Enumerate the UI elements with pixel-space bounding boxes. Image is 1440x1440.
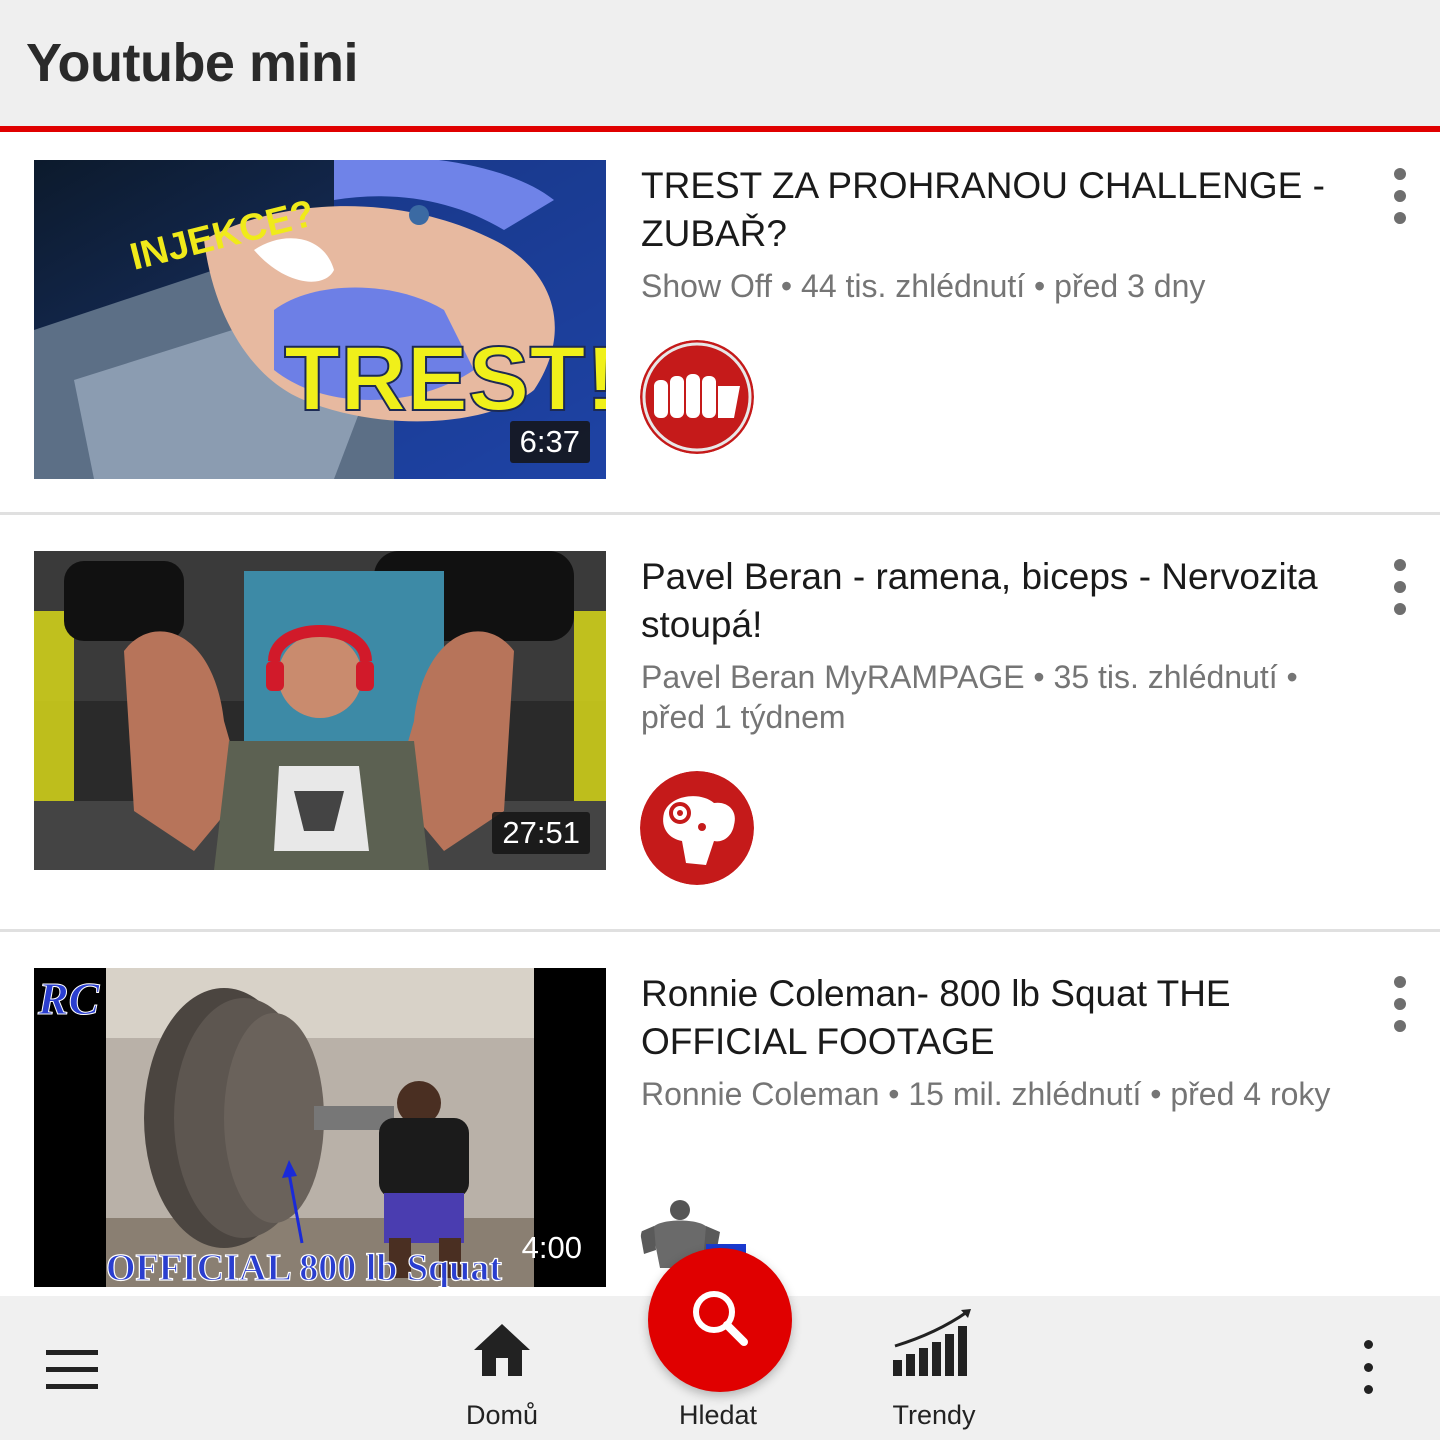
- app-root: Youtube mini INJEKCE? TREST! 6:37 TREST …: [0, 0, 1440, 1440]
- app-title: Youtube mini: [26, 33, 358, 93]
- video-more-icon-3[interactable]: [1384, 976, 1416, 1032]
- video-duration-3: 4:00: [521, 1230, 582, 1265]
- trending-chart-icon: [893, 1309, 971, 1376]
- video-feed[interactable]: INJEKCE? TREST! 6:37 TREST ZA PROHRANOU …: [0, 132, 1440, 1296]
- search-button[interactable]: [648, 1248, 792, 1392]
- video-thumbnail-1[interactable]: INJEKCE? TREST! 6:37: [34, 160, 606, 479]
- thumb-text-official: OFFICIAL 800 lb Squat: [106, 1247, 502, 1287]
- video-duration-2: 27:51: [492, 812, 590, 854]
- video-meta-1: Show Off • 44 tis. zhlédnutí • před 3 dn…: [641, 268, 1206, 304]
- app-header: Youtube mini: [0, 0, 1440, 126]
- video-meta-2: Pavel Beran MyRAMPAGE • 35 tis. zhlédnut…: [641, 659, 1298, 735]
- thumb-logo-rc: RC: [37, 973, 101, 1024]
- video-more-icon-1[interactable]: [1384, 168, 1416, 224]
- video-title-2[interactable]: Pavel Beran - ramena, biceps - Nervozita…: [641, 553, 1361, 649]
- search-icon: [693, 1291, 748, 1346]
- video-meta-3: Ronnie Coleman • 15 mil. zhlédnutí • pře…: [641, 1076, 1331, 1112]
- vertical-dots-icon[interactable]: [1352, 1340, 1384, 1394]
- channel-avatar-1[interactable]: [640, 340, 754, 454]
- nav-trending-button[interactable]: Trendy: [854, 1296, 1014, 1440]
- video-item-3[interactable]: RC OFFICIAL 800 lb Squat 4:00 Ronnie Col…: [0, 932, 1440, 1296]
- video-title-3[interactable]: Ronnie Coleman- 800 lb Squat THE OFFICIA…: [641, 970, 1361, 1066]
- video-thumbnail-3[interactable]: RC OFFICIAL 800 lb Squat 4:00: [34, 968, 606, 1287]
- home-icon: [474, 1324, 530, 1376]
- ram-logo-icon: [640, 771, 754, 885]
- nav-search-label: Hledat: [678, 1400, 758, 1430]
- nav-home-button[interactable]: Domů: [422, 1296, 582, 1440]
- video-more-icon-2[interactable]: [1384, 559, 1416, 615]
- nav-trending-label: Trendy: [892, 1400, 976, 1430]
- channel-avatar-2[interactable]: [640, 771, 754, 885]
- nav-home-label: Domů: [465, 1400, 539, 1430]
- video-title-1[interactable]: TREST ZA PROHRANOU CHALLENGE - ZUBAŘ?: [641, 162, 1361, 258]
- video-item-2[interactable]: 27:51 Pavel Beran - ramena, biceps - Ner…: [0, 515, 1440, 929]
- video-duration-1: 6:37: [509, 421, 590, 463]
- video-item-1[interactable]: INJEKCE? TREST! 6:37 TREST ZA PROHRANOU …: [0, 132, 1440, 512]
- fist-logo-icon: [640, 340, 754, 454]
- video-thumbnail-2[interactable]: 27:51: [34, 551, 606, 870]
- thumb-text-trest: TREST!: [284, 328, 606, 430]
- hamburger-menu-icon[interactable]: [46, 1350, 98, 1390]
